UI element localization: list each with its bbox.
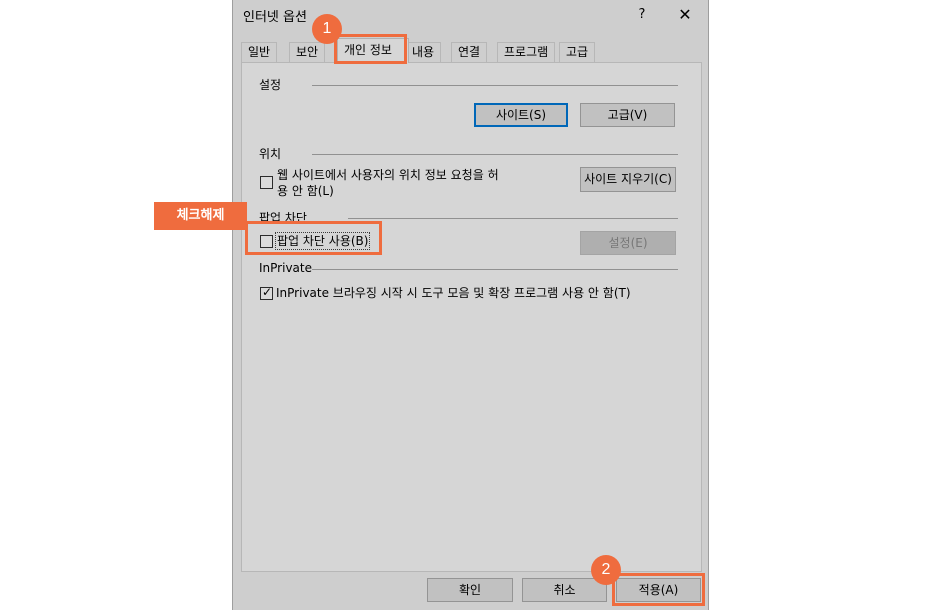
- location-checkbox-label-line2: 용 안 함(L): [277, 184, 334, 198]
- inprivate-checkbox-label: InPrivate 브라우징 시작 시 도구 모음 및 확장 프로그램 사용 안…: [276, 286, 631, 300]
- tab-general[interactable]: 일반: [241, 42, 278, 62]
- tab-content[interactable]: 내용: [405, 42, 442, 62]
- highlight-popup-checkbox: [245, 221, 382, 255]
- sites-button[interactable]: 사이트(S): [474, 103, 568, 127]
- popup-divider: [348, 218, 678, 219]
- advanced-button[interactable]: 고급(V): [580, 103, 675, 127]
- tab-security[interactable]: 보안: [289, 42, 326, 62]
- step-marker-2: 2: [591, 555, 621, 585]
- location-checkbox[interactable]: [260, 176, 273, 189]
- highlight-privacy-tab: [334, 34, 407, 64]
- close-button[interactable]: ✕: [670, 3, 700, 27]
- highlight-apply-button: [612, 573, 705, 606]
- location-checkbox-label-line1: 웹 사이트에서 사용자의 위치 정보 요청을 허: [277, 168, 499, 182]
- cancel-button[interactable]: 취소: [522, 578, 607, 602]
- popup-settings-button: 설정(E): [580, 231, 676, 255]
- clear-sites-button[interactable]: 사이트 지우기(C): [580, 167, 676, 192]
- internet-options-dialog: 인터넷 옵션 ? ✕ 일반 보안 개인 정보 내용 연결 프로그램 고급 설정 …: [232, 0, 709, 610]
- settings-divider: [312, 85, 678, 86]
- close-icon: ✕: [678, 5, 692, 24]
- tab-programs[interactable]: 프로그램: [497, 42, 556, 62]
- tab-advanced[interactable]: 고급: [559, 42, 596, 62]
- inprivate-divider: [312, 269, 678, 270]
- location-divider: [312, 154, 678, 155]
- location-group-label: 위치: [259, 147, 282, 161]
- step-marker-1: 1: [312, 14, 342, 44]
- tab-connections[interactable]: 연결: [451, 42, 488, 62]
- inprivate-checkbox[interactable]: [260, 285, 273, 300]
- inprivate-group-label: InPrivate: [259, 261, 312, 275]
- settings-group-label: 설정: [259, 78, 282, 92]
- privacy-panel: 설정 사이트(S) 고급(V) 위치 웹 사이트에서 사용자의 위치 정보 요청…: [241, 62, 702, 572]
- ok-button[interactable]: 확인: [427, 578, 513, 602]
- help-button[interactable]: ?: [631, 3, 653, 27]
- uncheck-callout: 체크해제: [154, 202, 247, 230]
- dialog-title: 인터넷 옵션: [243, 10, 307, 25]
